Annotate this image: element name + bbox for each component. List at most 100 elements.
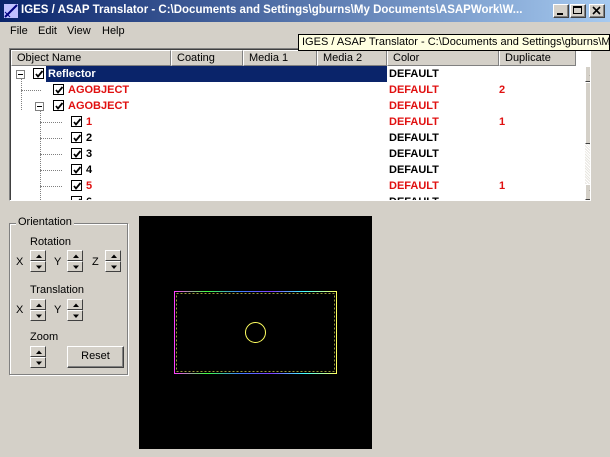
arrow-down-icon xyxy=(589,190,590,191)
row-duplicate: 2 xyxy=(499,84,506,96)
tree-row[interactable]: 3 DEFAULT xyxy=(11,146,576,162)
row-checkbox[interactable] xyxy=(71,148,82,159)
row-object-name: 6 xyxy=(86,196,92,200)
tree-row[interactable]: Reflector DEFAULT xyxy=(11,66,576,82)
tree-row[interactable]: 6 DEFAULT xyxy=(11,194,576,200)
rotation-x-spinner[interactable] xyxy=(30,250,46,272)
arrow-up-icon xyxy=(589,75,590,76)
row-color: DEFAULT xyxy=(389,100,439,112)
minimize-icon xyxy=(557,13,563,15)
spin-down-button[interactable] xyxy=(30,261,46,272)
spin-down-button[interactable] xyxy=(30,310,46,321)
spin-down-button[interactable] xyxy=(105,261,121,272)
menu-view[interactable]: View xyxy=(67,25,91,37)
maximize-button[interactable] xyxy=(570,4,586,18)
row-color: DEFAULT xyxy=(389,164,439,176)
rotation-y-spinner[interactable] xyxy=(67,250,83,272)
window-title: IGES / ASAP Translator - C:\Documents an… xyxy=(21,4,523,16)
arrow-down-icon xyxy=(73,314,79,318)
arrow-up-icon xyxy=(36,350,42,354)
arrow-up-icon xyxy=(36,254,42,258)
object-tree-grid[interactable]: Object Name Coating Media 1 Media 2 Colo… xyxy=(9,48,591,201)
checkmark-icon xyxy=(73,166,82,174)
translation-x-spinner[interactable] xyxy=(30,299,46,321)
spin-down-button[interactable] xyxy=(67,310,83,321)
reset-button[interactable]: Reset xyxy=(67,346,124,368)
column-header-color[interactable]: Color xyxy=(387,50,499,66)
row-object-name: 5 xyxy=(86,180,93,192)
spin-up-button[interactable] xyxy=(30,346,46,357)
column-header-object-name[interactable]: Object Name xyxy=(11,50,171,66)
spin-up-button[interactable] xyxy=(67,250,83,261)
row-object-name: 1 xyxy=(86,116,93,128)
maximize-icon xyxy=(573,6,582,14)
menu-help[interactable]: Help xyxy=(102,25,125,37)
selection-highlight xyxy=(46,66,387,82)
spin-down-button[interactable] xyxy=(30,357,46,368)
arrow-up-icon xyxy=(73,303,79,307)
tree-row[interactable]: 2 DEFAULT xyxy=(11,130,576,146)
row-checkbox[interactable] xyxy=(53,100,64,111)
arrow-up-icon xyxy=(73,254,79,258)
column-header-media-1[interactable]: Media 1 xyxy=(243,50,317,66)
checkmark-icon xyxy=(73,134,82,142)
row-checkbox[interactable] xyxy=(71,116,82,127)
zoom-spinner[interactable] xyxy=(30,346,46,368)
row-color: DEFAULT xyxy=(389,180,439,192)
menu-file[interactable]: File xyxy=(10,25,28,37)
checkmark-icon xyxy=(55,86,64,94)
vertical-scrollbar[interactable] xyxy=(585,66,590,200)
orientation-group-title: Orientation xyxy=(16,216,74,228)
spin-up-button[interactable] xyxy=(67,299,83,310)
close-button[interactable] xyxy=(589,4,605,18)
collapse-icon[interactable] xyxy=(16,70,25,79)
row-checkbox[interactable] xyxy=(71,132,82,143)
column-header-media-2[interactable]: Media 2 xyxy=(317,50,387,66)
checkmark-icon xyxy=(55,102,64,110)
column-header-coating[interactable]: Coating xyxy=(171,50,243,66)
row-object-name: Reflector xyxy=(48,68,96,80)
spin-up-button[interactable] xyxy=(30,250,46,261)
tree-row[interactable]: AGOBJECT DEFAULT 2 xyxy=(11,82,576,98)
row-checkbox[interactable] xyxy=(53,84,64,95)
arrow-down-icon xyxy=(36,265,42,269)
scrollbar-thumb[interactable] xyxy=(585,82,590,144)
collapse-icon[interactable] xyxy=(35,102,44,111)
zoom-label: Zoom xyxy=(30,331,59,343)
tree-row[interactable]: AGOBJECT DEFAULT xyxy=(11,98,576,114)
menu-edit[interactable]: Edit xyxy=(38,25,57,37)
close-icon xyxy=(592,6,601,15)
grid-rows: Reflector DEFAULT AGOBJECT DEFAULT 2 AGO… xyxy=(11,66,576,200)
row-color: DEFAULT xyxy=(389,132,439,144)
row-color: DEFAULT xyxy=(387,68,441,80)
arrow-down-icon xyxy=(36,314,42,318)
row-object-name: 2 xyxy=(86,132,93,144)
row-duplicate: 1 xyxy=(499,180,506,192)
rotation-z-spinner[interactable] xyxy=(105,250,121,272)
spin-up-button[interactable] xyxy=(105,250,121,261)
row-object-name: 4 xyxy=(86,164,93,176)
tree-row[interactable]: 1 DEFAULT 1 xyxy=(11,114,576,130)
scroll-down-button[interactable] xyxy=(585,184,590,200)
scroll-up-button[interactable] xyxy=(585,66,590,82)
arrow-down-icon xyxy=(36,361,42,365)
tree-row[interactable]: 5 DEFAULT 1 xyxy=(11,178,576,194)
row-checkbox[interactable] xyxy=(71,164,82,175)
rotation-x-label: X xyxy=(16,256,24,268)
column-header-duplicate[interactable]: Duplicate xyxy=(499,50,576,66)
row-checkbox[interactable] xyxy=(71,180,82,191)
row-object-name: AGOBJECT xyxy=(68,100,130,112)
row-checkbox[interactable] xyxy=(71,196,82,200)
row-duplicate: 1 xyxy=(499,116,506,128)
translation-y-spinner[interactable] xyxy=(67,299,83,321)
tree-row[interactable]: 4 DEFAULT xyxy=(11,162,576,178)
minimize-button[interactable] xyxy=(553,4,569,18)
3d-viewport[interactable] xyxy=(139,216,372,449)
row-color: DEFAULT xyxy=(389,196,439,200)
row-object-name: AGOBJECT xyxy=(68,84,130,96)
checkmark-icon xyxy=(73,150,82,158)
row-checkbox[interactable] xyxy=(33,68,44,79)
spin-down-button[interactable] xyxy=(67,261,83,272)
translation-y-label: Y xyxy=(54,304,62,316)
spin-up-button[interactable] xyxy=(30,299,46,310)
